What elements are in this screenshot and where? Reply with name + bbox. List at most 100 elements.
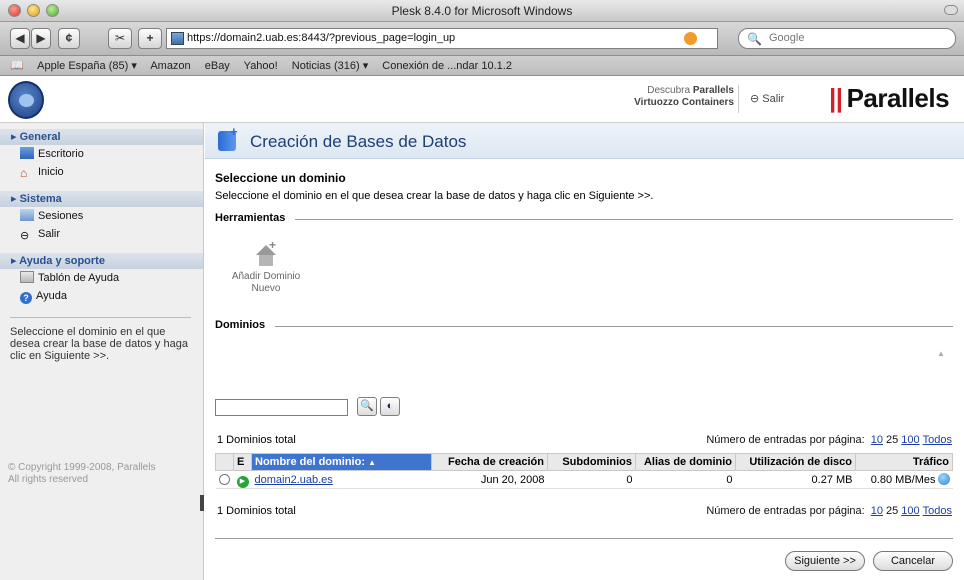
virt-line2: Virtuozzo Containers bbox=[634, 97, 734, 108]
search-field[interactable]: 🔍 Google bbox=[738, 28, 956, 49]
cell-traffic: 0.80 MB/Mes bbox=[855, 470, 953, 489]
header-divider bbox=[738, 85, 739, 113]
per-page-100[interactable]: 100 bbox=[901, 505, 919, 517]
col-aliases[interactable]: Alias de dominio bbox=[635, 453, 736, 471]
bookmarks-book-icon[interactable]: 📖 bbox=[10, 60, 24, 72]
add-domain-tool[interactable]: + Añadir Dominio Nuevo bbox=[229, 239, 303, 295]
bookmark-item[interactable]: Apple España (85) ▾ bbox=[37, 60, 137, 72]
show-all-button[interactable]: ◐ bbox=[380, 397, 400, 416]
col-created[interactable]: Fecha de creación bbox=[431, 453, 548, 471]
reload-button[interactable]: ¢ bbox=[58, 28, 80, 49]
bookmark-item[interactable]: eBay bbox=[205, 60, 230, 72]
browser-window: Plesk 8.4.0 for Microsoft Windows ◀ ▶ ¢ … bbox=[0, 0, 964, 580]
domains-section-label: Dominios bbox=[215, 319, 266, 331]
bookmark-item[interactable]: Conexión de ...ndar 10.1.2 bbox=[382, 60, 512, 72]
copyright-line1: © Copyright 1999-2008, Parallels bbox=[8, 462, 156, 473]
close-window-button[interactable] bbox=[8, 4, 21, 17]
minimize-window-button[interactable] bbox=[27, 4, 40, 17]
col-domain-name-label: Nombre del dominio: bbox=[255, 456, 365, 468]
select-domain-title: Seleccione un dominio bbox=[215, 171, 346, 185]
virt-line1: Descubra bbox=[647, 85, 691, 96]
search-button[interactable]: 🔍 bbox=[357, 397, 377, 416]
sidebar-section-ayuda[interactable]: ▸ Ayuda y soporte bbox=[0, 253, 203, 269]
sidebar-item-label: Inicio bbox=[38, 166, 64, 178]
col-status[interactable]: E bbox=[233, 453, 252, 471]
toolbar-toggle-button[interactable] bbox=[944, 5, 958, 15]
per-page-100[interactable]: 100 bbox=[901, 434, 919, 446]
main-content: Creación de Bases de Datos Seleccione un… bbox=[205, 123, 964, 580]
sidebar-section-title: Ayuda y soporte bbox=[19, 255, 105, 267]
sidebar-item-escritorio[interactable]: Escritorio bbox=[0, 145, 203, 163]
database-add-icon bbox=[218, 124, 238, 151]
sidebar-item-label: Ayuda bbox=[36, 290, 67, 302]
header-logout-link[interactable]: ⊖ Salir bbox=[750, 92, 784, 105]
per-page-25[interactable]: 25 bbox=[886, 434, 898, 446]
page-title-bar: Creación de Bases de Datos bbox=[205, 123, 964, 159]
col-domain-name[interactable]: Nombre del dominio: ▲ bbox=[251, 453, 432, 471]
col-traffic[interactable]: Tráfico bbox=[855, 453, 953, 471]
add-domain-icon: + bbox=[254, 239, 278, 267]
sidebar-item-inicio[interactable]: ⌂ Inicio bbox=[0, 163, 203, 181]
copyright-line2: All rights reserved bbox=[8, 474, 89, 485]
search-placeholder: Google bbox=[769, 32, 805, 44]
add-bookmark-button[interactable]: + bbox=[138, 28, 162, 49]
site-favicon-icon bbox=[171, 32, 184, 45]
sidebar-collapse-handle[interactable] bbox=[200, 495, 204, 511]
sidebar-help-text: Seleccione el dominio en el que desea cr… bbox=[10, 317, 191, 362]
back-button[interactable]: ◀ bbox=[10, 28, 30, 49]
sessions-icon bbox=[20, 209, 34, 221]
forward-button[interactable]: ▶ bbox=[31, 28, 51, 49]
cell-created: Jun 20, 2008 bbox=[431, 470, 548, 489]
table-header-row: E Nombre del dominio: ▲ Fecha de creació… bbox=[215, 453, 953, 471]
per-page-10[interactable]: 10 bbox=[871, 434, 883, 446]
domain-link[interactable]: domain2.uab.es bbox=[255, 474, 333, 486]
sidebar-item-tablon[interactable]: Tablón de Ayuda bbox=[0, 269, 203, 287]
window-controls bbox=[8, 4, 59, 17]
status-active-icon[interactable]: ▶ bbox=[236, 475, 249, 488]
header-logout-label: Salir bbox=[762, 93, 785, 105]
col-select bbox=[215, 453, 234, 471]
logout-icon: ⊖ bbox=[20, 230, 30, 242]
sidebar-section-sistema[interactable]: ▸ Sistema bbox=[0, 191, 203, 207]
domain-radio[interactable] bbox=[218, 473, 230, 485]
web-icon[interactable] bbox=[937, 473, 950, 485]
cell-subdomains: 0 bbox=[547, 470, 636, 489]
sidebar-section-general[interactable]: ▸ General bbox=[0, 129, 203, 145]
per-page-all[interactable]: Todos bbox=[923, 505, 952, 517]
domains-table: E Nombre del dominio: ▲ Fecha de creació… bbox=[215, 453, 953, 489]
row-select bbox=[215, 470, 234, 489]
add-domain-label-2: Nuevo bbox=[251, 283, 281, 294]
tools-section-divider bbox=[295, 219, 953, 220]
plesk-logo-icon[interactable] bbox=[8, 81, 44, 119]
col-subdomains[interactable]: Subdominios bbox=[547, 453, 636, 471]
bookmark-item[interactable]: Amazon bbox=[150, 60, 190, 72]
sidebar-item-ayuda[interactable]: ? Ayuda bbox=[0, 287, 203, 305]
collapse-arrow-icon[interactable]: ▲ bbox=[937, 349, 945, 358]
sidebar-item-sesiones[interactable]: Sesiones bbox=[0, 207, 203, 225]
home-icon: ⌂ bbox=[20, 166, 28, 180]
per-page-selector-bottom: Número de entradas por página: 10 25 100 To… bbox=[706, 505, 952, 517]
help-icon: ? bbox=[20, 292, 32, 304]
zoom-window-button[interactable] bbox=[46, 4, 59, 17]
per-page-all[interactable]: Todos bbox=[923, 434, 952, 446]
copyright: © Copyright 1999-2008, Parallels All rig… bbox=[8, 462, 155, 486]
virtuozzo-promo[interactable]: Descubra Parallels Virtuozzo Containers bbox=[614, 85, 734, 109]
sidebar-item-salir[interactable]: ⊖ Salir bbox=[0, 225, 203, 243]
window-title: Plesk 8.4.0 for Microsoft Windows bbox=[391, 4, 573, 18]
next-button[interactable]: Siguiente >> bbox=[785, 551, 865, 571]
col-disk[interactable]: Utilización de disco bbox=[735, 453, 856, 471]
per-page-10[interactable]: 10 bbox=[871, 505, 883, 517]
rss-icon[interactable] bbox=[684, 32, 697, 45]
bookmark-item[interactable]: Yahoo! bbox=[244, 60, 278, 72]
snapback-button[interactable]: ✂ bbox=[108, 28, 132, 49]
parallels-logo: || Parallels bbox=[829, 83, 950, 114]
sort-asc-icon: ▲ bbox=[368, 458, 376, 467]
domain-filter-input[interactable] bbox=[215, 399, 348, 416]
per-page-25[interactable]: 25 bbox=[886, 505, 898, 517]
cancel-button[interactable]: Cancelar bbox=[873, 551, 953, 571]
address-bar[interactable]: https://domain2.uab.es:8443/?previous_pa… bbox=[166, 28, 718, 49]
row-domain: domain2.uab.es bbox=[251, 470, 432, 489]
sidebar: ▸ General Escritorio ⌂ Inicio ▸ Sistema S… bbox=[0, 123, 204, 580]
domains-section-divider bbox=[275, 326, 953, 327]
bookmark-item[interactable]: Noticias (316) ▾ bbox=[292, 60, 368, 72]
